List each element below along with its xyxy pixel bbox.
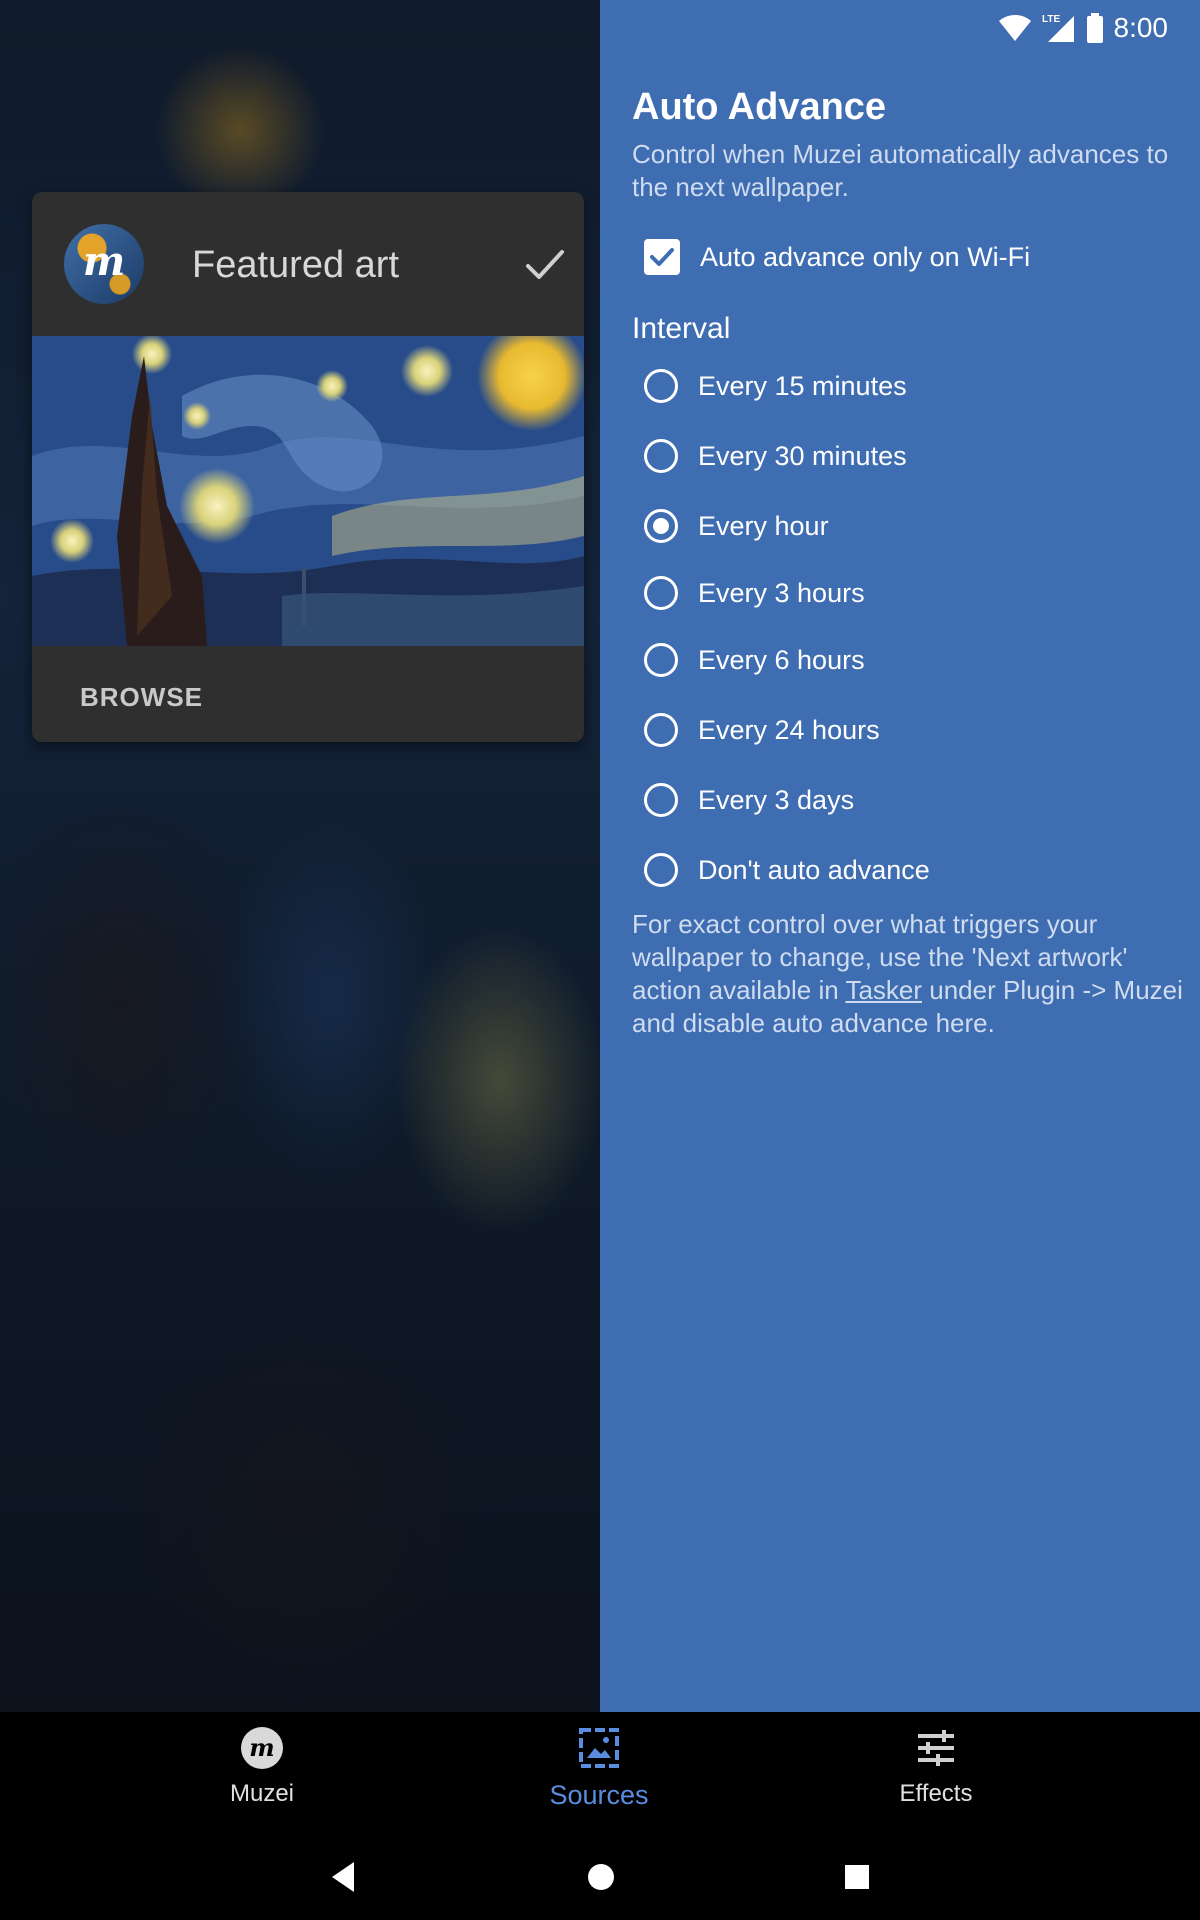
interval-option-3-days[interactable]: Every 3 days	[632, 776, 854, 824]
starry-night-image	[32, 336, 584, 646]
wifi-icon	[998, 15, 1031, 41]
nav-muzei[interactable]: m Muzei	[162, 1712, 362, 1840]
tasker-link[interactable]: Tasker	[845, 975, 922, 1005]
svg-text:m: m	[249, 1733, 274, 1762]
panel-subtitle: Control when Muzei automatically advance…	[632, 139, 1169, 202]
artwork-thumbnail[interactable]	[32, 336, 584, 646]
bottom-navigation: m Muzei Sources Effects	[0, 1712, 1200, 1840]
interval-option-label: Don't auto advance	[698, 854, 930, 885]
tasker-footnote: For exact control over what triggers you…	[632, 908, 1187, 1040]
checkmark-icon	[650, 248, 674, 266]
interval-option-label: Every 24 hours	[698, 714, 880, 745]
interval-option-24-hours[interactable]: Every 24 hours	[632, 706, 880, 754]
radio-button[interactable]	[644, 576, 678, 610]
muzei-icon: m	[241, 1727, 283, 1769]
interval-heading: Interval	[632, 312, 731, 345]
nav-effects-label: Effects	[899, 1780, 973, 1807]
nav-sources-label: Sources	[549, 1780, 649, 1810]
back-icon[interactable]	[328, 1860, 358, 1894]
check-icon	[526, 250, 564, 279]
auto-advance-panel: LTE 8:00 Auto Advance Control when Muzei…	[600, 0, 1200, 1712]
interval-option-every-hour[interactable]: Every hour	[632, 502, 829, 550]
interval-option-30-minutes[interactable]: Every 30 minutes	[632, 432, 907, 480]
radio-button[interactable]	[644, 643, 678, 677]
interval-option-label: Every 3 days	[698, 784, 855, 815]
interval-option-label: Every 30 minutes	[698, 440, 907, 471]
status-bar: LTE 8:00	[998, 8, 1169, 48]
interval-option-label: Every hour	[698, 510, 829, 541]
interval-option-label: Every 15 minutes	[698, 370, 907, 401]
interval-option-dont-auto-advance[interactable]: Don't auto advance	[632, 846, 930, 894]
lte-signal-icon: LTE	[1042, 14, 1074, 42]
svg-text:LTE: LTE	[1042, 14, 1060, 25]
home-icon[interactable]	[586, 1860, 616, 1894]
system-navigation-bar	[0, 1840, 1200, 1920]
source-title: Featured art	[192, 244, 399, 286]
sources-image-icon	[579, 1728, 619, 1768]
source-card-header[interactable]: m Featured art	[32, 192, 584, 336]
interval-option-label: Every 6 hours	[698, 644, 865, 675]
radio-button[interactable]	[644, 853, 678, 887]
nav-effects[interactable]: Effects	[836, 1712, 1036, 1840]
radio-button[interactable]	[644, 783, 678, 817]
battery-icon	[1086, 13, 1103, 43]
browse-button[interactable]: BROWSE	[80, 682, 203, 713]
tune-sliders-icon	[918, 1730, 954, 1766]
interval-option-label: Every 3 hours	[698, 577, 865, 608]
interval-option-15-minutes[interactable]: Every 15 minutes	[632, 362, 907, 410]
radio-button-selected[interactable]	[644, 509, 678, 543]
interval-option-6-hours[interactable]: Every 6 hours	[632, 636, 865, 684]
interval-option-3-hours[interactable]: Every 3 hours	[632, 569, 865, 617]
avatar-letter: m	[82, 238, 126, 285]
recents-icon[interactable]	[842, 1860, 872, 1894]
muzei-source-avatar: m	[64, 224, 144, 304]
wifi-only-label: Auto advance only on Wi-Fi	[700, 241, 1031, 272]
clock: 8:00	[1113, 12, 1169, 43]
wifi-only-checkbox-row[interactable]: Auto advance only on Wi-Fi	[632, 233, 1030, 281]
radio-button[interactable]	[644, 713, 678, 747]
nav-muzei-label: Muzei	[229, 1780, 295, 1807]
source-card-featured-art[interactable]: m Featured art BROWSE	[32, 192, 584, 742]
nav-sources[interactable]: Sources	[499, 1712, 699, 1840]
radio-button[interactable]	[644, 439, 678, 473]
radio-button[interactable]	[644, 369, 678, 403]
wifi-only-checkbox[interactable]	[644, 239, 680, 275]
panel-title: Auto Advance	[632, 86, 887, 128]
